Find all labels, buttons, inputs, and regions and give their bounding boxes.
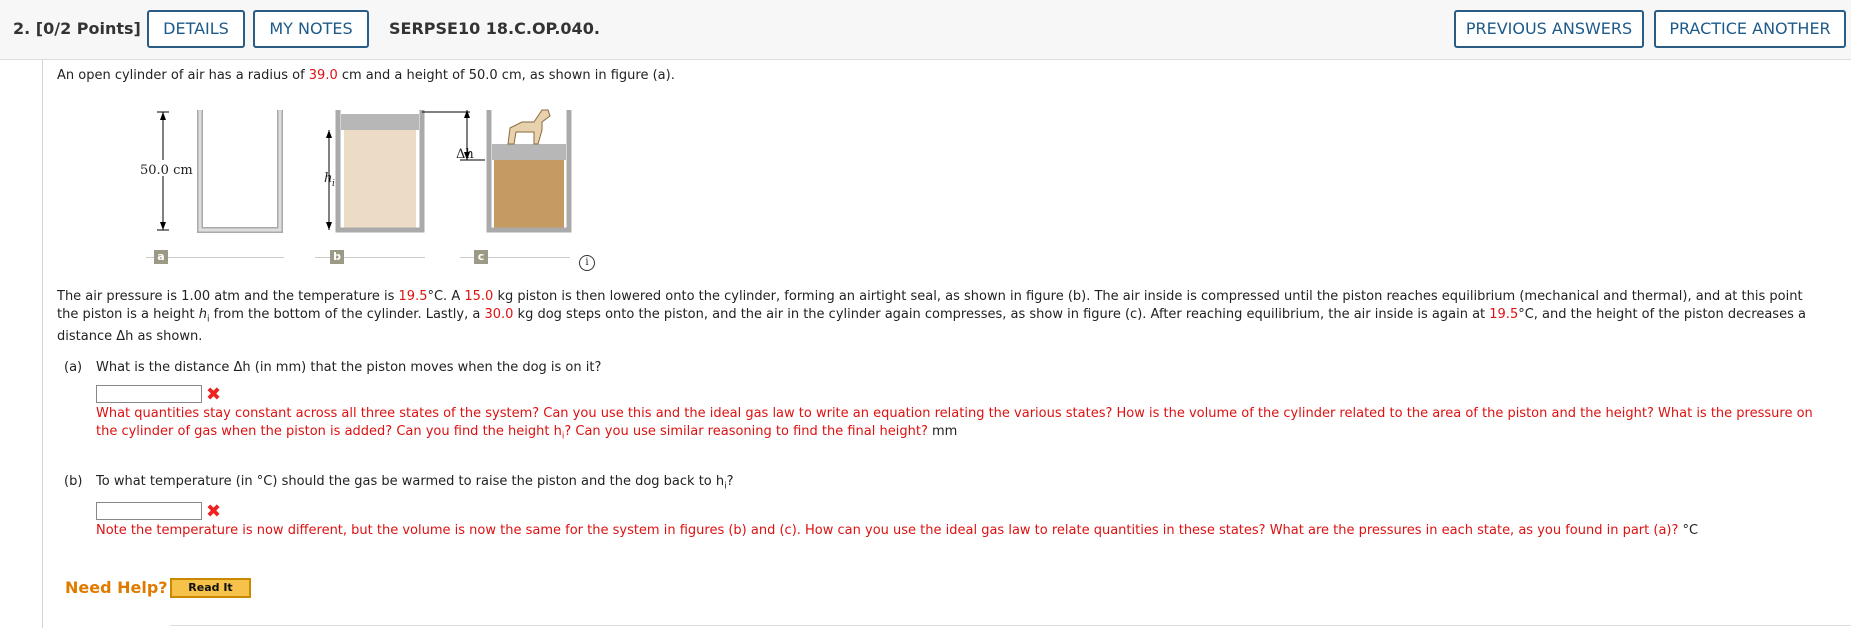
part-b-label: (b) bbox=[64, 474, 83, 489]
need-help-label: Need Help? bbox=[65, 578, 168, 597]
problem-paragraph-line3: distance Δh as shown. bbox=[57, 329, 203, 344]
part-b-question: To what temperature (in °C) should the g… bbox=[96, 474, 734, 492]
incorrect-icon: ✖ bbox=[206, 501, 222, 522]
part-b-feedback: Note the temperature is now different, b… bbox=[96, 523, 1699, 538]
height-label: 50.0 cm bbox=[140, 163, 193, 178]
question-id: SERPSE10 18.C.OP.040. bbox=[389, 19, 600, 38]
problem-paragraph-line2: the piston is a height hi from the botto… bbox=[57, 307, 1806, 325]
fig-tag-b: b bbox=[330, 250, 344, 264]
read-it-button[interactable]: Read It bbox=[170, 578, 251, 598]
fig-tag-c: c bbox=[474, 250, 488, 264]
part-a-feedback-line2: the cylinder of gas when the piston is a… bbox=[96, 424, 958, 442]
part-a-answer-input[interactable] bbox=[96, 385, 202, 403]
part-a-label: (a) bbox=[64, 360, 83, 375]
part-a-question: What is the distance Δh (in mm) that the… bbox=[96, 360, 602, 375]
previous-answers-button[interactable]: PREVIOUS ANSWERS bbox=[1454, 10, 1644, 48]
question-header: 2. [0/2 Points] DETAILS MY NOTES SERPSE1… bbox=[0, 0, 1851, 60]
part-a-feedback-line1: What quantities stay constant across all… bbox=[96, 406, 1813, 421]
details-button[interactable]: DETAILS bbox=[147, 10, 245, 48]
fig-tag-a: a bbox=[154, 250, 168, 264]
problem-intro: An open cylinder of air has a radius of … bbox=[57, 68, 675, 83]
problem-paragraph-line1: The air pressure is 1.00 atm and the tem… bbox=[57, 289, 1803, 304]
bottom-panel-edge bbox=[170, 625, 1851, 629]
part-b-answer-input[interactable] bbox=[96, 502, 202, 520]
incorrect-icon: ✖ bbox=[206, 384, 222, 405]
info-icon[interactable]: i bbox=[579, 255, 595, 271]
dog-icon bbox=[507, 109, 551, 145]
practice-another-button[interactable]: PRACTICE ANOTHER bbox=[1654, 10, 1846, 48]
content-rule bbox=[42, 60, 43, 628]
hi-sub: i bbox=[332, 179, 335, 189]
my-notes-button[interactable]: MY NOTES bbox=[253, 10, 369, 48]
cylinder-figure: 50.0 cm h i Δh bbox=[139, 109, 572, 233]
question-number: 2. [0/2 Points] bbox=[13, 19, 141, 38]
